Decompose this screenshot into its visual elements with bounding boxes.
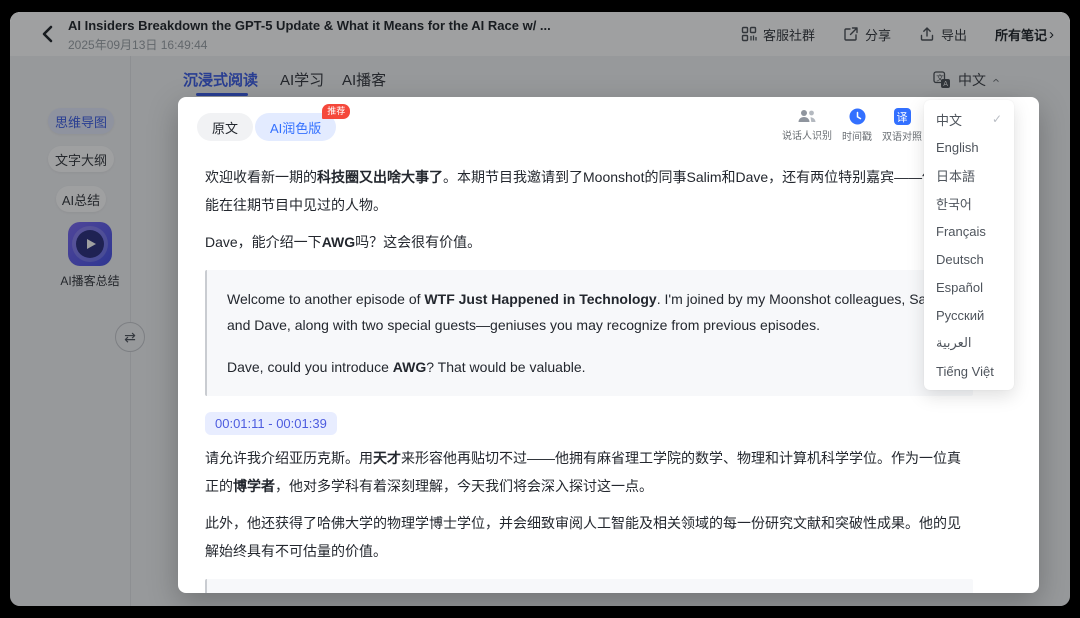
app-window: AI Insiders Breakdown the GPT-5 Update &…	[10, 12, 1070, 606]
language-option[interactable]: Français	[924, 217, 1014, 245]
timestamp-toggle[interactable]: 时间戳	[842, 108, 872, 143]
language-option[interactable]: Deutsch	[924, 245, 1014, 273]
ai-polished-label: AI润色版	[270, 120, 322, 136]
paragraph: 欢迎收看新一期的科技圈又出啥大事了。本期节目我邀请到了Moonshot的同事Sa…	[205, 169, 965, 213]
language-option[interactable]: English	[924, 133, 1014, 161]
language-option[interactable]: Tiếng Việt	[924, 357, 1014, 385]
speaker-recognition-label: 说话人识别	[782, 131, 832, 142]
recommended-badge: 推荐	[322, 104, 351, 119]
timestamp-badge[interactable]: 00:01:11 - 00:01:39	[205, 412, 337, 435]
language-option[interactable]: 中文 ✓	[924, 105, 1014, 133]
bilingual-icon: 译	[893, 108, 911, 125]
language-option[interactable]: Español	[924, 273, 1014, 301]
speakers-icon	[798, 110, 816, 122]
language-option[interactable]: العربية	[924, 329, 1014, 357]
quote-paragraph: Dave, could you introduce AWG? That woul…	[227, 359, 586, 375]
language-menu: 中文 ✓ English 日本語 한국어 Français Deutsch Español Ру…	[924, 100, 1014, 390]
quote-block: Welcome to another episode of WTF Just H…	[205, 270, 973, 396]
paragraph: 此外，他还获得了哈佛大学的物理学博士学位，并会细致审阅人工智能及相关领域的每一份…	[205, 515, 961, 559]
language-option[interactable]: 한국어	[924, 189, 1014, 217]
check-icon: ✓	[991, 112, 1002, 126]
paragraph: 请允许我介绍亚历克斯。用天才来形容他再贴切不过——他拥有麻省理工学院的数学、物理…	[205, 450, 961, 494]
view-tab-ai-polished[interactable]: AI润色版 推荐	[255, 104, 351, 141]
language-option[interactable]: 日本語	[924, 161, 1014, 189]
reader-card: 原文 AI润色版 推荐 说话人识别 时间戳 译 双语对照 欢迎收看新一期的科技圈…	[178, 97, 1039, 593]
quote-block: I would like to introduce Alex. Genius i…	[205, 579, 973, 593]
bilingual-toggle[interactable]: 译 双语对照	[882, 108, 922, 143]
timestamp-label: 时间戳	[842, 132, 872, 143]
bilingual-label: 双语对照	[882, 132, 922, 143]
paragraph: Dave，能介绍一下AWG吗？这会很有价值。	[205, 234, 482, 250]
view-tab-original[interactable]: 原文	[197, 113, 254, 141]
clock-icon	[849, 108, 865, 125]
quote-paragraph: Welcome to another episode of WTF Just H…	[227, 291, 945, 333]
speaker-recognition-toggle[interactable]: 说话人识别	[782, 108, 832, 143]
reader-toolbar: 说话人识别 时间戳 译 双语对照	[782, 108, 922, 143]
reader-content: 欢迎收看新一期的科技圈又出啥大事了。本期节目我邀请到了Moonshot的同事Sa…	[205, 159, 973, 593]
language-option[interactable]: Русский	[924, 301, 1014, 329]
